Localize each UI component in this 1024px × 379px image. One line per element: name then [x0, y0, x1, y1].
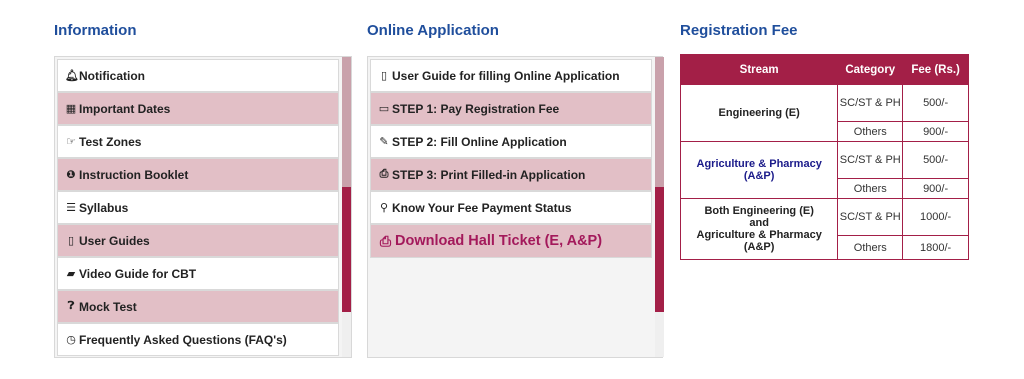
fee-cell: 900/- — [902, 178, 969, 199]
online-item-label: STEP 1: Pay Registration Fee — [392, 101, 560, 116]
info-item-label: Syllabus — [79, 200, 129, 215]
file-icon: ▯ — [67, 235, 75, 247]
book-icon: ▰ — [66, 268, 76, 280]
information-scrollbar-thumb[interactable] — [342, 187, 351, 312]
online-item-fee-payment-status[interactable]: ⚲ Know Your Fee Payment Status — [370, 191, 652, 224]
info-item-label: Instruction Booklet — [79, 167, 189, 182]
list-icon: ☰ — [66, 202, 76, 214]
category-cell: SC/ST & PH — [837, 84, 904, 122]
online-scrollbar-thumb[interactable] — [655, 187, 664, 312]
stream-both: Both Engineering (E) and Agriculture & P… — [679, 198, 839, 260]
online-item-step3-print-application[interactable]: ⎙ STEP 3: Print Filled-in Application — [370, 158, 652, 191]
category-cell: Others — [837, 178, 904, 199]
header-stream: Stream — [679, 54, 839, 85]
info-item-notification[interactable]: 🔔︎ Notification — [57, 59, 339, 92]
table-header-row: Stream Category Fee (Rs.) — [679, 54, 969, 85]
info-item-user-guides[interactable]: ▯ User Guides — [57, 224, 339, 257]
info-item-important-dates[interactable]: ▦ Important Dates — [57, 92, 339, 125]
fee-cell: 1000/- — [902, 198, 969, 236]
online-item-label: STEP 2: Fill Online Application — [392, 134, 567, 149]
info-item-faq[interactable]: ◷ Frequently Asked Questions (FAQ's) — [57, 323, 339, 356]
info-item-instruction-booklet[interactable]: ❶ Instruction Booklet — [57, 158, 339, 191]
category-cell: SC/ST & PH — [837, 198, 904, 236]
registration-fee-title: Registration Fee — [680, 22, 798, 39]
stream-agriculture-pharmacy: Agriculture & Pharmacy (A&P) — [679, 141, 839, 199]
edit-icon: ✎ — [379, 136, 389, 148]
print-icon: ⎙ — [379, 168, 389, 180]
online-item-label: Download Hall Ticket (E, A&P) — [395, 233, 603, 249]
fee-cell: 500/- — [902, 84, 969, 122]
question-circle-icon: ❓︎ — [67, 300, 75, 312]
online-item-step1-pay-fee[interactable]: ▭ STEP 1: Pay Registration Fee — [370, 92, 652, 125]
info-item-syllabus[interactable]: ☰ Syllabus — [57, 191, 339, 224]
info-item-video-guide[interactable]: ▰ Video Guide for CBT — [57, 257, 339, 290]
table-row: Agriculture & Pharmacy (A&P) SC/ST & PH … — [679, 141, 969, 199]
search-icon: ⚲ — [379, 202, 389, 214]
table-row: Engineering (E) SC/ST & PH 500/- — [679, 84, 969, 142]
online-item-step2-fill-application[interactable]: ✎ STEP 2: Fill Online Application — [370, 125, 652, 158]
information-scrollbar-upper — [342, 57, 351, 187]
info-item-label: User Guides — [79, 233, 150, 248]
category-cell: Others — [837, 235, 904, 260]
category-cell: SC/ST & PH — [837, 141, 904, 179]
header-fee: Fee (Rs.) — [902, 54, 969, 85]
info-item-label: Important Dates — [79, 101, 171, 116]
information-scrollbar[interactable] — [342, 57, 351, 357]
calendar-icon: ▦ — [65, 103, 77, 115]
information-panel: 🔔︎ Notification ▦ Important Dates ☞ Test Zo… — [54, 56, 352, 358]
online-application-title: Online Application — [367, 22, 499, 39]
online-item-download-hall-ticket[interactable]: ⎙ Download Hall Ticket (E, A&P) — [370, 224, 652, 258]
stream-both-line: Agriculture & Pharmacy — [696, 229, 822, 241]
print-icon: ⎙ — [379, 232, 392, 249]
category-cell: Others — [837, 121, 904, 142]
online-application-scrollbar[interactable] — [655, 57, 664, 357]
online-item-label: User Guide for filling Online Applicatio… — [392, 68, 620, 83]
hand-pointer-icon: ☞ — [66, 136, 76, 148]
stream-both-line: Both Engineering (E) — [704, 205, 814, 217]
fee-cell: 1800/- — [902, 235, 969, 260]
header-category: Category — [837, 54, 904, 85]
stream-both-line: and — [749, 217, 769, 229]
online-application-panel: ▯ User Guide for filling Online Applicati… — [367, 56, 664, 358]
registration-fee-table: Stream Category Fee (Rs.) Engineering (E… — [679, 54, 969, 260]
fee-cell: 500/- — [902, 141, 969, 179]
info-item-test-zones[interactable]: ☞ Test Zones — [57, 125, 339, 158]
info-circle-icon: ❶ — [66, 169, 76, 181]
info-item-label: Mock Test — [79, 299, 137, 314]
fee-cell: 900/- — [902, 121, 969, 142]
info-item-label: Frequently Asked Questions (FAQ's) — [79, 332, 287, 347]
info-item-label: Notification — [79, 68, 145, 83]
info-item-label: Test Zones — [79, 134, 142, 149]
online-item-label: STEP 3: Print Filled-in Application — [392, 167, 586, 182]
online-scrollbar-upper — [655, 57, 664, 187]
stream-both-line: (A&P) — [743, 241, 775, 253]
stream-engineering: Engineering (E) — [679, 84, 839, 142]
online-item-user-guide[interactable]: ▯ User Guide for filling Online Applicati… — [370, 59, 652, 92]
info-item-label: Video Guide for CBT — [79, 266, 197, 281]
file-icon: ▯ — [380, 70, 388, 82]
table-row: Both Engineering (E) and Agriculture & P… — [679, 198, 969, 260]
credit-card-icon: ▭ — [378, 103, 390, 115]
bell-icon: 🔔︎ — [65, 70, 79, 82]
information-title: Information — [54, 22, 137, 39]
info-item-mock-test[interactable]: ❓︎ Mock Test — [57, 290, 339, 323]
clock-icon: ◷ — [66, 334, 76, 346]
online-item-label: Know Your Fee Payment Status — [392, 200, 572, 215]
